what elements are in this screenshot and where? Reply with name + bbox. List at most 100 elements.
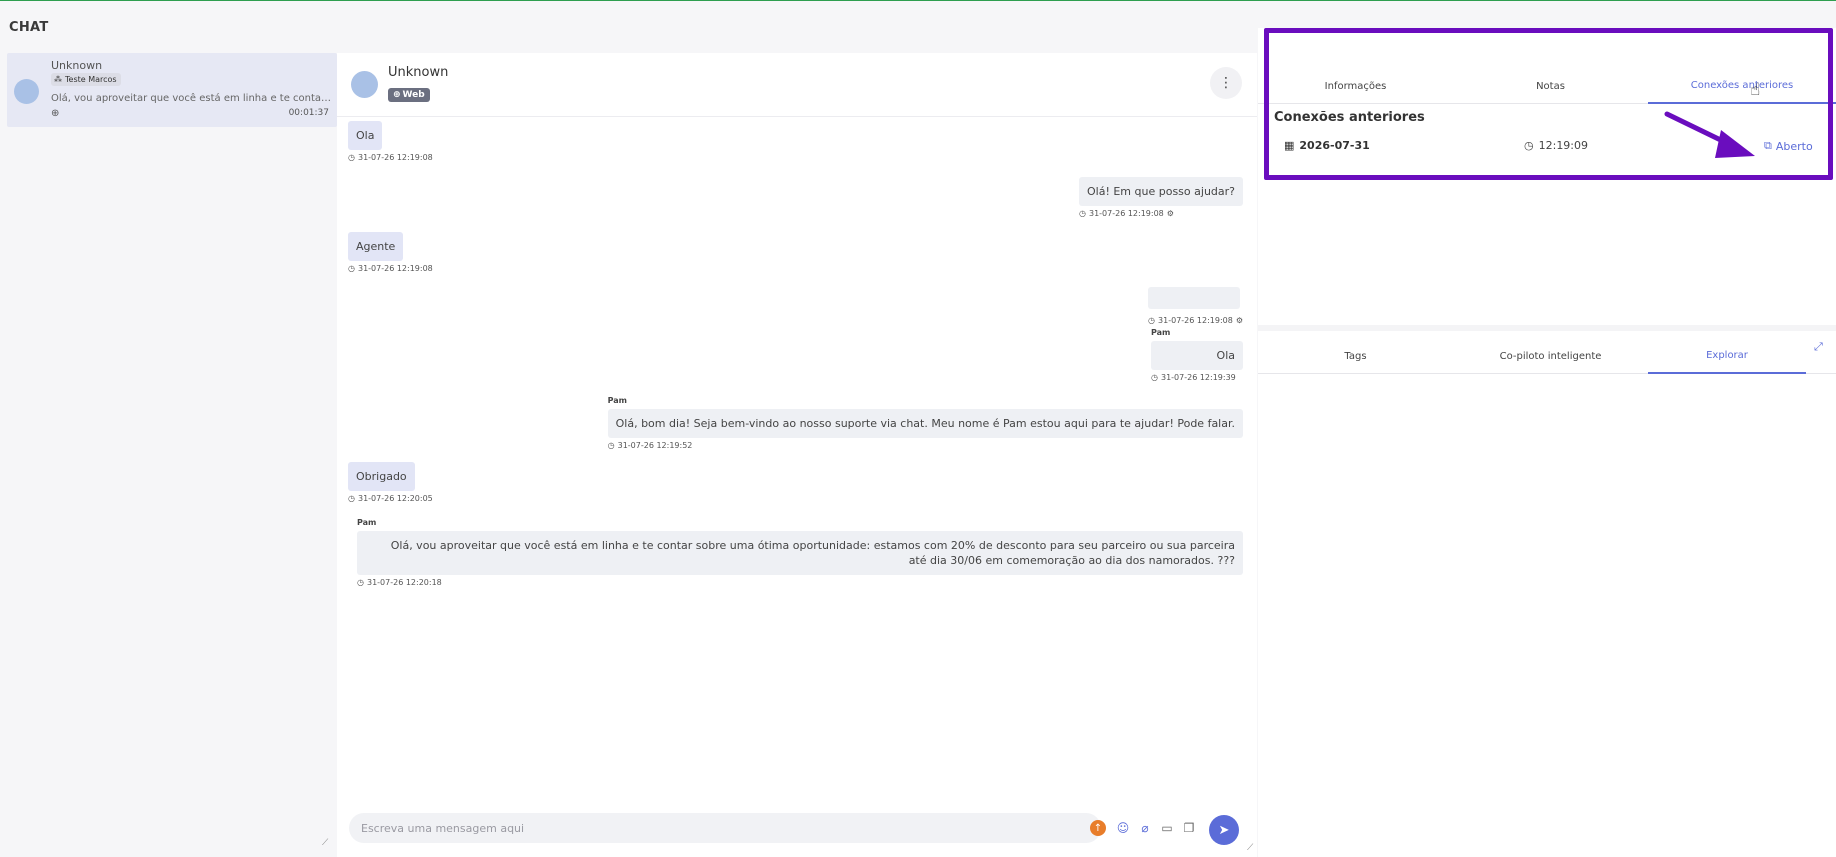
emoji-button[interactable]: ☺ xyxy=(1115,820,1131,836)
message-bubble: Olá! Em que posso ajudar? xyxy=(1079,177,1243,206)
bottom-tabs: Tags Co-piloto inteligente Explorar ⤢ xyxy=(1258,338,1836,374)
clock-icon: ◷ xyxy=(348,264,355,273)
message-input[interactable] xyxy=(349,813,1069,843)
resize-handle[interactable]: ⟋ xyxy=(322,838,328,848)
send-icon: ➤ xyxy=(1218,822,1230,838)
app-title: CHAT xyxy=(9,20,49,35)
annotation-arrow xyxy=(1664,111,1755,158)
chat-header: Unknown ⊕ Web ⋮ xyxy=(337,53,1257,117)
top-accent-line xyxy=(0,0,1836,1)
attach-icon: ⌀ xyxy=(1141,821,1149,835)
connection-time: ◷ 12:19:09 xyxy=(1524,139,1588,152)
message-meta: ◷ 31-07-26 12:20:05 xyxy=(348,494,433,503)
message-in: Obrigado ◷ 31-07-26 12:20:05 xyxy=(348,462,433,503)
clock-icon: ◷ xyxy=(607,441,615,450)
emoji-icon: ☺ xyxy=(1116,821,1130,835)
message-composer: ↑ xyxy=(349,813,1106,843)
resize-handle[interactable]: ⟋ xyxy=(1247,843,1253,853)
cursor-hand-icon: ☝ xyxy=(1750,80,1761,100)
more-options-button[interactable]: ⋮ xyxy=(1210,67,1242,99)
connection-date-value: 2026-07-31 xyxy=(1299,139,1370,152)
window-button[interactable]: ❐ xyxy=(1181,820,1197,836)
message-bubble: Agente xyxy=(348,232,404,261)
video-button[interactable]: ▭ xyxy=(1159,820,1175,836)
message-bubble: Ola xyxy=(1151,341,1243,370)
tab-conexoes-anteriores[interactable]: Conexões anteriores xyxy=(1648,68,1836,104)
calendar-icon: ▦ xyxy=(1284,139,1295,152)
clock-icon: ◷ xyxy=(1148,316,1156,325)
message-meta: ◷ 31-07-26 12:19:39 xyxy=(1151,373,1243,382)
message-in: Ola ◷ 31-07-26 12:19:08 xyxy=(348,121,433,162)
chat-panel: Unknown ⊕ Web ⋮ Ola ◷ 31-07-26 12:19:08 … xyxy=(337,53,1257,857)
section-title: Conexões anteriores xyxy=(1274,110,1425,125)
message-time: 31-07-26 12:19:08 xyxy=(1158,316,1233,325)
conversation-duration: 00:01:37 xyxy=(288,108,329,118)
send-button[interactable]: ➤ xyxy=(1209,815,1239,845)
tab-explorar[interactable]: Explorar xyxy=(1648,338,1806,374)
robot-icon: ⚙ xyxy=(1235,316,1243,325)
globe-icon: ⊕ xyxy=(393,90,401,100)
channel-label: Web xyxy=(402,90,425,100)
clock-icon: ◷ xyxy=(1079,209,1086,218)
message-bubble: Olá, bom dia! Seja bem-vindo ao nosso su… xyxy=(607,409,1243,438)
message-bubble: Obrigado xyxy=(348,462,415,491)
clock-icon: ◷ xyxy=(348,494,355,503)
users-icon: ⁂ xyxy=(54,75,62,84)
conversation-name: Unknown xyxy=(51,59,103,72)
avatar xyxy=(14,79,39,104)
kebab-icon: ⋮ xyxy=(1219,75,1233,91)
upload-icon: ↑ xyxy=(1093,822,1103,834)
globe-icon: ⊕ xyxy=(51,108,60,119)
message-sender: Pam xyxy=(607,396,628,405)
window-icon: ❐ xyxy=(1183,821,1195,835)
message-in: Agente ◷ 31-07-26 12:19:08 xyxy=(348,232,433,273)
tab-notas[interactable]: Notas xyxy=(1453,68,1648,104)
attach-button[interactable]: ⌀ xyxy=(1137,820,1153,836)
conversation-item[interactable]: Unknown ⁂ Teste Marcos Olá, vou aproveit… xyxy=(7,53,337,127)
message-time: 31-07-26 12:20:05 xyxy=(357,494,433,503)
message-bubble: Olá, vou aproveitar que você está em lin… xyxy=(357,531,1243,575)
upload-button[interactable]: ↑ xyxy=(1090,820,1106,836)
message-sender: Pam xyxy=(1151,328,1171,337)
expand-icon[interactable]: ⤢ xyxy=(1814,340,1823,354)
message-time: 31-07-26 12:20:18 xyxy=(366,578,442,587)
open-connection-label: Aberto xyxy=(1775,139,1813,153)
conversation-badge-label: Teste Marcos xyxy=(65,75,117,84)
conversation-badge: ⁂ Teste Marcos xyxy=(51,73,121,86)
message-time: 31-07-26 12:19:52 xyxy=(617,441,693,450)
conversation-list: Unknown ⁂ Teste Marcos Olá, vou aproveit… xyxy=(7,53,337,857)
clock-icon: ◷ xyxy=(357,578,364,587)
message-meta: ◷ 31-07-26 12:19:08 ⚙ xyxy=(1079,209,1243,218)
robot-icon: ⚙ xyxy=(1166,209,1174,218)
clock-icon: ◷ xyxy=(1524,139,1534,152)
external-link-icon: ⧉ xyxy=(1764,139,1772,152)
message-out: ◷ 31-07-26 12:19:08 ⚙ xyxy=(1148,287,1243,325)
message-out: Olá! Em que posso ajudar? ◷ 31-07-26 12:… xyxy=(1079,177,1243,218)
message-out: Pam Olá, vou aproveitar que você está em… xyxy=(357,518,1243,587)
message-meta: ◷ 31-07-26 12:19:52 xyxy=(608,441,1243,450)
avatar xyxy=(351,71,378,98)
message-meta: ◷ 31-07-26 12:19:08 xyxy=(348,153,433,162)
message-out: Pam Ola ◷ 31-07-26 12:19:39 xyxy=(1151,328,1243,382)
message-meta: ◷ 31-07-26 12:19:08 ⚙ xyxy=(1148,316,1243,325)
message-time: 31-07-26 12:19:39 xyxy=(1160,373,1236,382)
clock-icon: ◷ xyxy=(348,153,355,162)
panel-divider xyxy=(1258,325,1836,331)
message-time: 31-07-26 12:19:08 xyxy=(357,153,433,162)
channel-badge: ⊕ Web xyxy=(388,88,430,102)
conversation-preview: Olá, vou aproveitar que você está em lin… xyxy=(51,93,332,104)
open-connection-link[interactable]: ⧉ Aberto xyxy=(1764,139,1813,153)
clock-icon: ◷ xyxy=(1151,373,1158,382)
message-meta: ◷ 31-07-26 12:20:18 xyxy=(357,578,1243,587)
message-bubble xyxy=(1148,287,1241,309)
message-out: Pam Olá, bom dia! Seja bem-vindo ao noss… xyxy=(607,396,1243,450)
message-time: 31-07-26 12:19:08 xyxy=(1088,209,1164,218)
tab-tags[interactable]: Tags xyxy=(1258,338,1453,374)
tab-informacoes[interactable]: Informações xyxy=(1258,68,1453,104)
message-time: 31-07-26 12:19:08 xyxy=(357,264,433,273)
connection-date: ▦ 2026-07-31 xyxy=(1284,139,1370,152)
tab-copiloto[interactable]: Co-piloto inteligente xyxy=(1453,338,1648,374)
message-bubble: Ola xyxy=(348,121,383,150)
video-icon: ▭ xyxy=(1161,821,1173,835)
message-meta: ◷ 31-07-26 12:19:08 xyxy=(348,264,433,273)
